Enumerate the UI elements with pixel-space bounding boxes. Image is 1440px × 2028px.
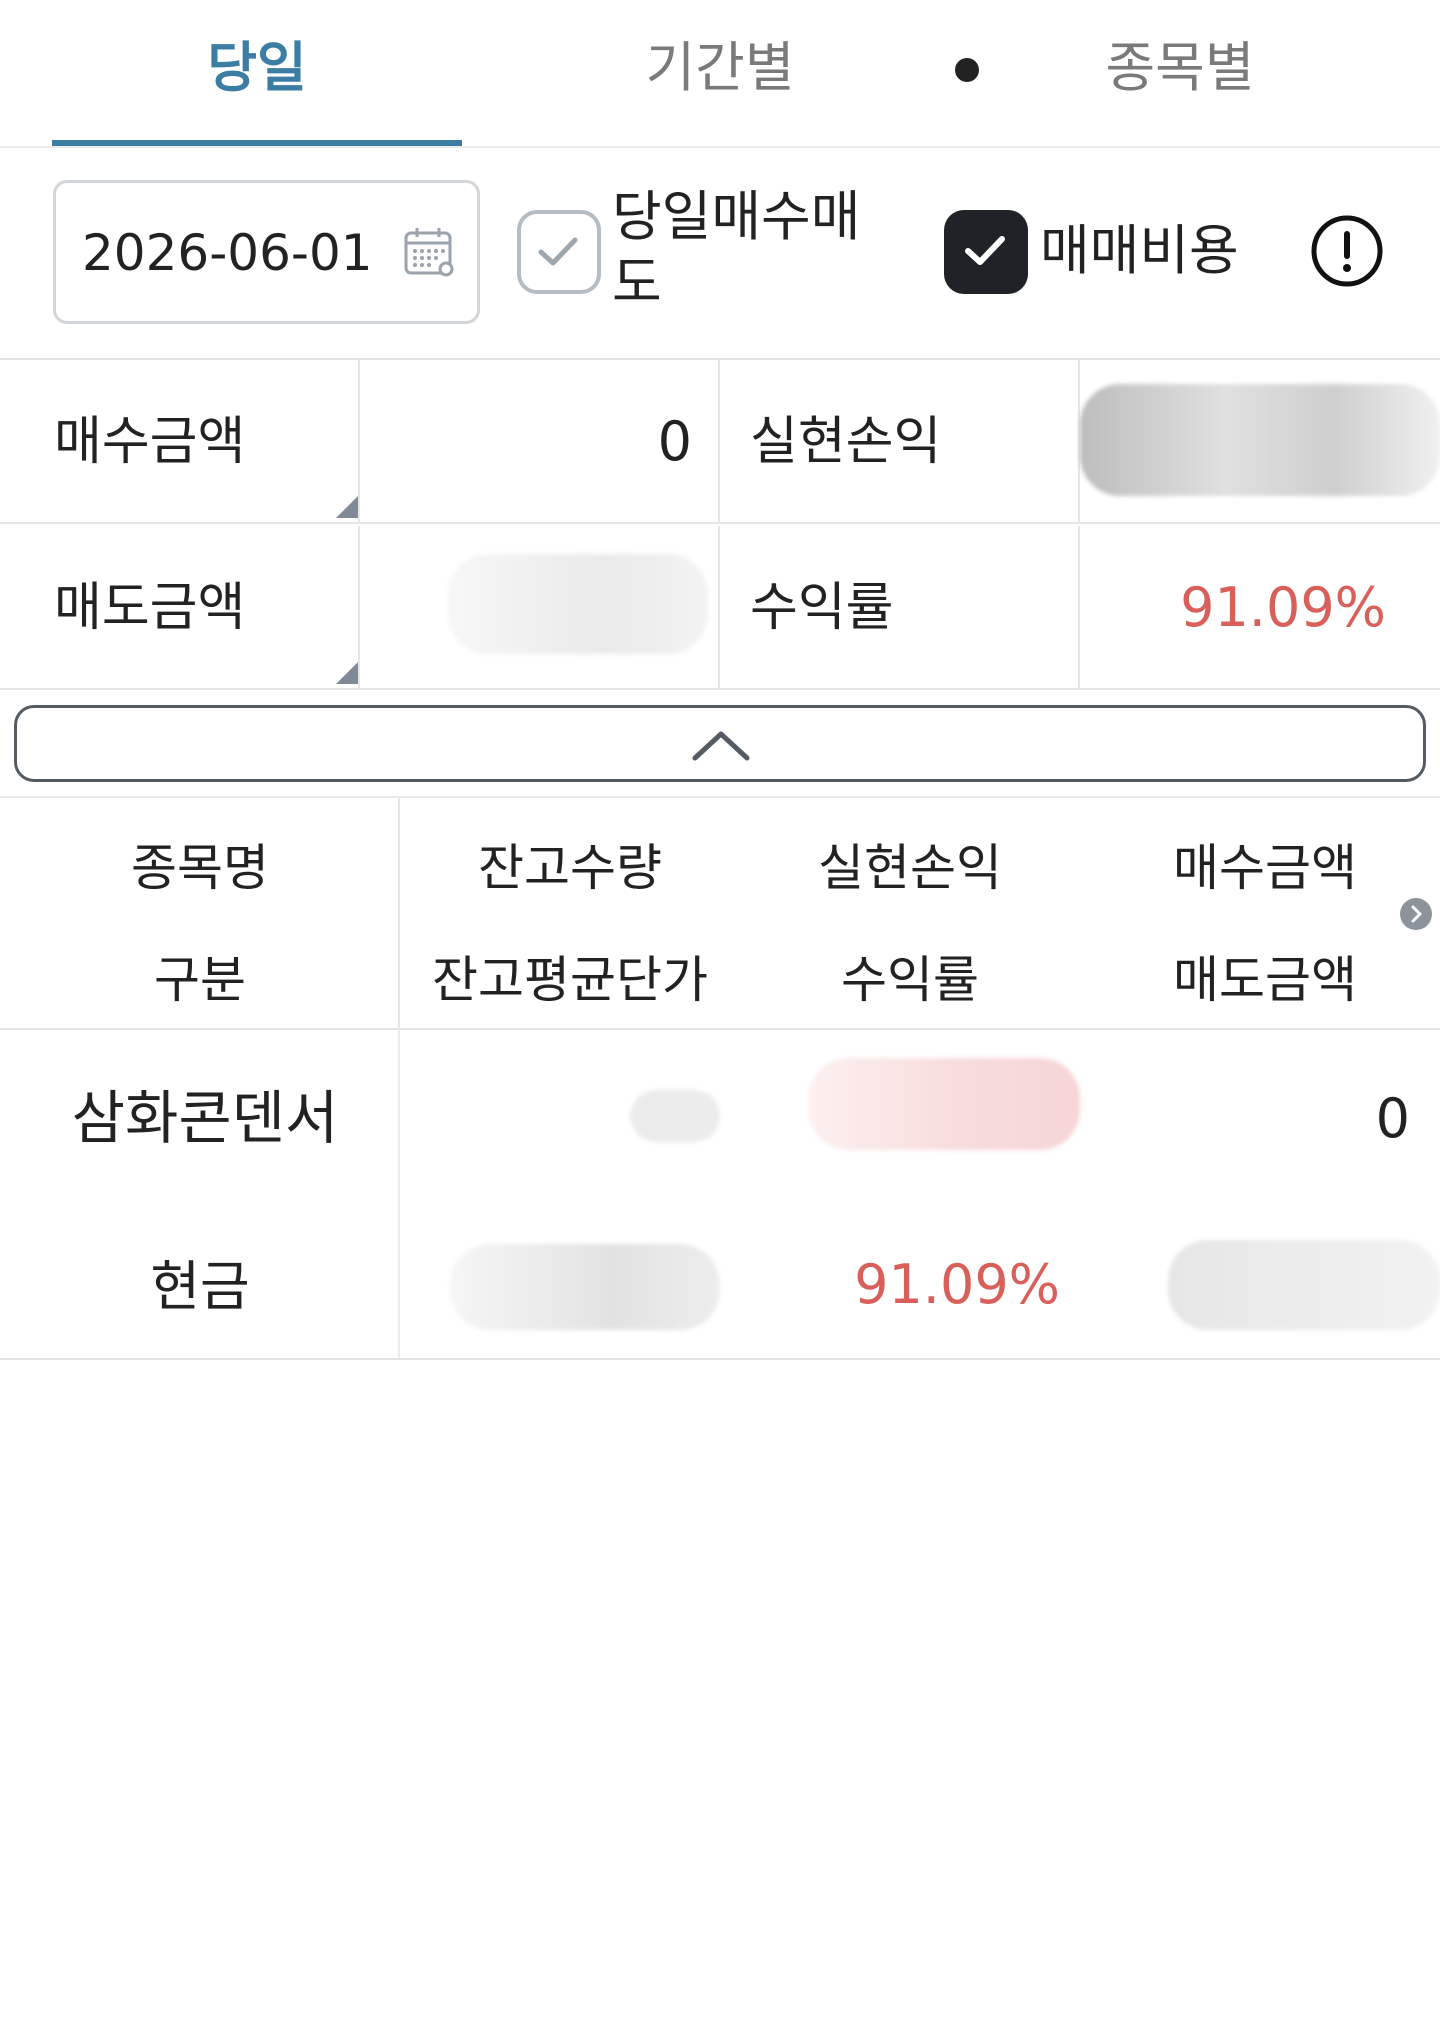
filter-bar: 2026-06-01 당일매수매도 매매비용 — [0, 150, 1440, 360]
redacted-value — [450, 1244, 720, 1330]
corner-marker — [336, 496, 358, 518]
header-return-rate: 수익률 — [841, 951, 979, 1009]
active-tab-indicator — [52, 140, 462, 146]
header-buy-amount: 매수금액 — [1173, 839, 1357, 897]
buy-amount-value: 0 — [657, 410, 692, 473]
sell-amount-label: 매도금액 — [54, 578, 246, 638]
collapse-toggle-button[interactable] — [14, 705, 1426, 782]
check-icon — [538, 237, 578, 266]
period-tabs: 당일 기간별 종목별 — [0, 0, 1440, 148]
sell-amount-label-cell: 매도금액 — [0, 526, 360, 690]
sell-amount-value-cell — [360, 526, 720, 690]
redacted-value — [448, 554, 708, 654]
realized-pl-label-cell: 실현손익 — [720, 360, 1080, 524]
date-value: 2026-06-01 — [82, 224, 373, 282]
return-rate: 91.09% — [854, 1253, 1060, 1316]
table-row[interactable]: 삼화콘덴서 0 현금 91.09% — [0, 1030, 1440, 1360]
same-day-trade-checkbox[interactable] — [517, 210, 601, 294]
tab-period[interactable]: 기간별 — [515, 28, 925, 108]
check-icon — [965, 236, 1005, 265]
return-rate-value-cell: 91.09% — [1080, 526, 1440, 690]
chevron-up-icon — [692, 731, 750, 761]
corner-marker — [336, 662, 358, 684]
same-day-trade-label[interactable]: 당일매수매도 — [612, 184, 902, 316]
header-avg-price: 잔고평균단가 — [432, 951, 708, 1009]
tab-daily[interactable]: 당일 — [52, 28, 462, 108]
date-picker[interactable]: 2026-06-01 — [53, 180, 480, 324]
header-realized-pl: 실현손익 — [818, 839, 1002, 897]
header-sell-amount: 매도금액 — [1173, 951, 1357, 1009]
trade-fee-label[interactable]: 매매비용 — [1040, 218, 1239, 284]
list-header: 종목명 잔고수량 실현손익 매수금액 구분 잔고평균단가 수익률 매도금액 — [0, 796, 1440, 1030]
header-stock-name: 종목명 — [131, 839, 269, 897]
return-rate-label: 수익률 — [750, 578, 894, 638]
return-rate-value: 91.09% — [1180, 576, 1386, 639]
buy-amount-value-cell: 0 — [360, 360, 720, 524]
realized-pl-value-cell — [1080, 360, 1440, 524]
summary-grid: 매수금액 0 실현손익 매도금액 수익률 91.09% — [0, 360, 1440, 690]
redacted-value — [1080, 384, 1440, 496]
header-holding-qty: 잔고수량 — [478, 839, 662, 897]
buy-amount-label: 매수금액 — [54, 412, 246, 472]
stock-name: 삼화콘덴서 — [71, 1084, 339, 1152]
header-type: 구분 — [154, 951, 246, 1009]
trade-type: 현금 — [150, 1255, 250, 1318]
tab-by-stock[interactable]: 종목별 — [975, 28, 1385, 108]
redacted-value — [1168, 1240, 1440, 1330]
calendar-icon[interactable] — [402, 225, 458, 281]
scroll-right-icon[interactable] — [1400, 898, 1432, 930]
buy-amount: 0 — [1375, 1087, 1410, 1150]
redacted-value — [808, 1058, 1080, 1150]
return-rate-label-cell: 수익률 — [720, 526, 1080, 690]
info-icon[interactable] — [1310, 214, 1384, 288]
redacted-value — [630, 1090, 720, 1142]
realized-pl-label: 실현손익 — [750, 412, 942, 472]
trade-profit-screen: 당일 기간별 종목별 2026-06-01 당일매수매도 매매비용 매수금액 0… — [0, 0, 1440, 2028]
buy-amount-label-cell: 매수금액 — [0, 360, 360, 524]
trade-fee-checkbox[interactable] — [944, 210, 1028, 294]
